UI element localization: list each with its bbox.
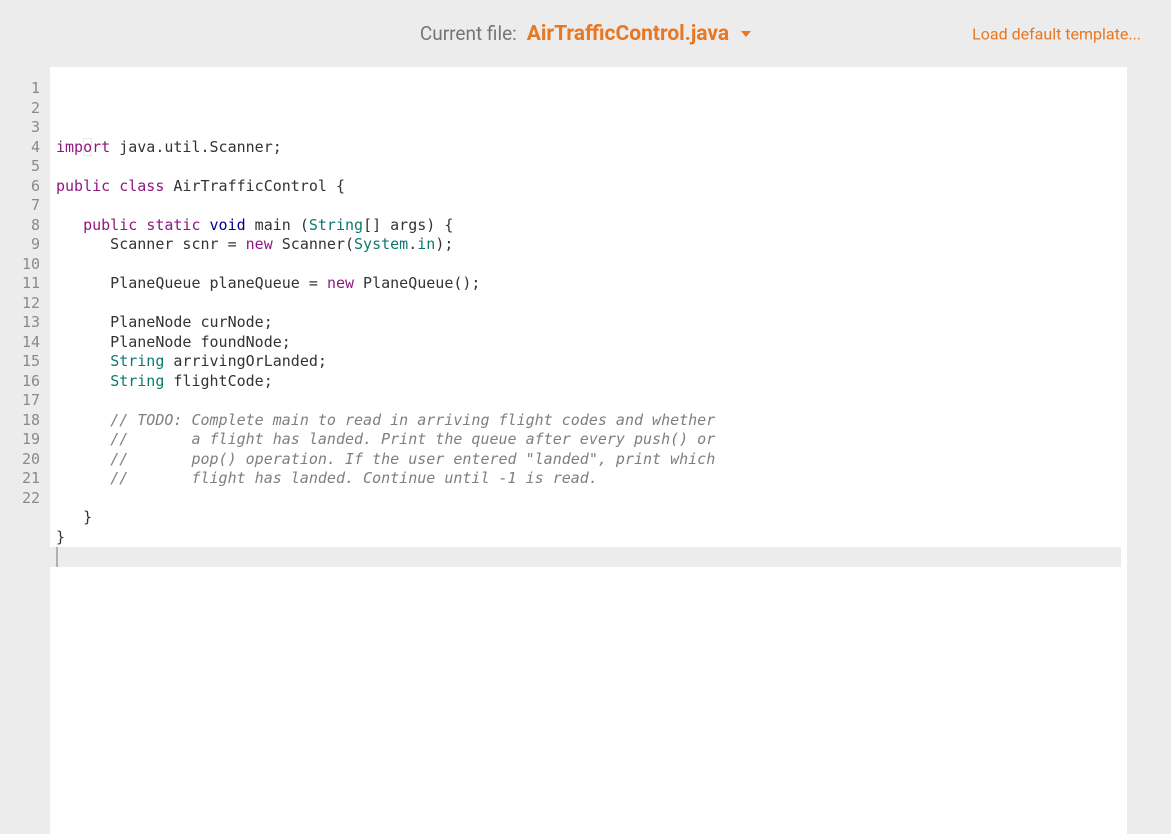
code-line[interactable]: Scanner scnr = new Scanner(System.in); [56,235,1127,255]
line-number: 17 [0,391,50,411]
line-number: 6 [0,177,50,197]
line-number: 2 [0,99,50,119]
code-line[interactable] [56,255,1127,275]
text-cursor [56,547,58,567]
code-line[interactable]: } [56,508,1127,528]
code-line[interactable]: public class AirTrafficControl { [56,177,1127,197]
line-number: 11 [0,274,50,294]
line-number: 13 [0,313,50,333]
header: Current file: AirTrafficControl.java Loa… [0,0,1171,67]
line-number: 1 [0,79,50,99]
line-number: 19 [0,430,50,450]
file-dropdown[interactable]: AirTrafficControl.java [527,22,751,46]
code-line[interactable] [56,294,1127,314]
line-number: 8 [0,216,50,236]
code-line[interactable]: public static void main (String[] args) … [56,216,1127,236]
line-number: 10 [0,255,50,275]
line-number: 3 [0,118,50,138]
code-line[interactable]: // flight has landed. Continue until -1 … [56,469,1127,489]
line-number: 9 [0,235,50,255]
code-line[interactable] [56,157,1127,177]
file-name: AirTrafficControl.java [527,22,729,46]
current-file-label: Current file: [420,22,517,45]
code-editor[interactable]: 12345678910111213141516171819202122 impo… [0,67,1127,834]
code-area[interactable]: import java.util.Scanner; public class A… [50,67,1127,834]
code-line[interactable]: String arrivingOrLanded; [56,352,1127,372]
code-line[interactable]: // TODO: Complete main to read in arrivi… [56,411,1127,431]
code-line[interactable] [56,196,1127,216]
line-number: 21 [0,469,50,489]
code-line[interactable]: PlaneQueue planeQueue = new PlaneQueue()… [56,274,1127,294]
code-line[interactable] [56,391,1127,411]
code-line[interactable] [56,489,1127,509]
code-line[interactable]: // pop() operation. If the user entered … [56,450,1127,470]
code-line[interactable]: } [56,528,1127,548]
code-line[interactable]: import java.util.Scanner; [56,138,1127,158]
code-line[interactable]: String flightCode; [56,372,1127,392]
line-number: 14 [0,333,50,353]
code-line[interactable] [50,547,1121,567]
line-number: 12 [0,294,50,314]
line-number: 20 [0,450,50,470]
line-number: 18 [0,411,50,431]
line-number: 7 [0,196,50,216]
line-number: 22 [0,489,50,509]
code-line[interactable]: // a flight has landed. Print the queue … [56,430,1127,450]
load-default-link[interactable]: Load default template... [972,24,1141,43]
line-number: 4 [0,138,50,158]
code-line[interactable]: PlaneNode curNode; [56,313,1127,333]
line-number: 15 [0,352,50,372]
line-number: 5 [0,157,50,177]
line-number-gutter: 12345678910111213141516171819202122 [0,67,50,834]
caret-down-icon [741,31,751,37]
code-line[interactable]: PlaneNode foundNode; [56,333,1127,353]
indent-guide [83,138,92,156]
line-number: 16 [0,372,50,392]
